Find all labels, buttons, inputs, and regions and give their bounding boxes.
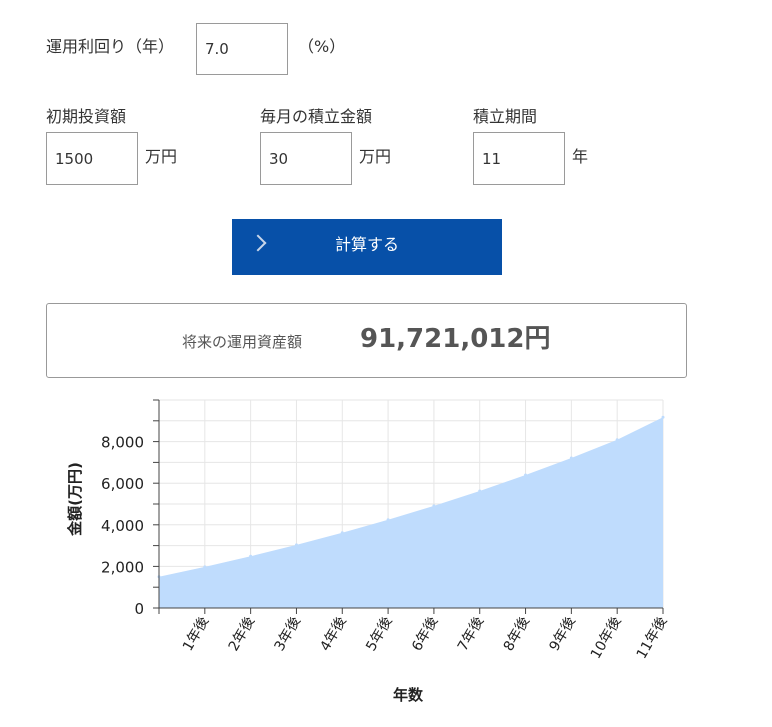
data-point [294,543,298,547]
x-tick-label: 8年後 [501,614,533,654]
rate-input[interactable] [196,23,288,75]
period-unit: 年 [572,147,589,166]
rate-label: 運用利回り（年） [46,37,175,56]
x-tick-label: 3年後 [272,614,304,654]
data-point [661,415,665,419]
monthly-amount-label: 毎月の積立金額 [260,107,373,126]
y-tick-label: 8,000 [101,434,144,452]
result-value: 91,721,012円 [360,324,551,354]
result-label: 将来の運用資産額 [182,333,303,351]
period-input[interactable] [473,132,565,185]
x-tick-label: 11年後 [634,614,671,662]
y-tick-label: 6,000 [101,475,144,493]
x-tick-label: 1年後 [180,614,212,654]
y-tick-label: 2,000 [101,558,144,576]
data-point [615,438,619,442]
x-tick-label: 9年後 [547,614,579,654]
asset-growth-chart: 0 2,000 4,000 6,000 8,000 1年後 2年後 3年後 4年後 5年後 6年後 7… [66,399,671,704]
data-point [432,504,436,508]
data-point [524,473,528,477]
data-point [386,518,390,522]
x-tick-label: 7年後 [455,614,487,654]
x-tick-label: 10年後 [588,614,625,662]
data-point [249,554,253,558]
x-axis-title: 年数 [393,686,424,704]
x-tick-label: 6年後 [409,614,441,654]
x-tick-label: 2年後 [226,614,258,654]
y-tick-label: 4,000 [101,517,144,535]
initial-investment-unit: 万円 [145,147,178,166]
y-tick-label: 0 [134,600,144,618]
period-label: 積立期間 [473,107,538,126]
data-point [203,565,207,569]
area-series [159,417,663,608]
x-tick-label: 4年後 [317,614,349,654]
calculate-button-label: 計算する [334,237,399,254]
monthly-amount-unit: 万円 [359,147,392,166]
initial-investment-input[interactable] [46,132,138,185]
initial-investment-label: 初期投資額 [46,107,127,126]
x-tick-label: 5年後 [363,614,395,654]
monthly-amount-input[interactable] [260,132,352,185]
calculate-button[interactable]: 計算する [232,219,502,275]
data-point [569,456,573,460]
y-axis-title: 金額(万円) [66,462,84,537]
data-point [478,489,482,493]
data-point [340,531,344,535]
rate-unit: （%） [298,37,346,56]
result-box: 将来の運用資産額 91,721,012円 [46,303,687,378]
